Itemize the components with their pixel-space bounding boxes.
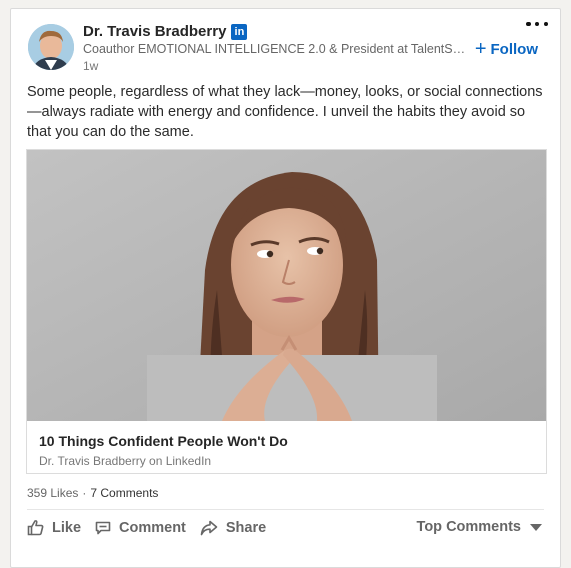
share-button[interactable]: Share: [200, 520, 266, 536]
follow-label: Follow: [490, 40, 539, 58]
comment-label: Comment: [119, 519, 186, 536]
comments-sort-dropdown[interactable]: Top Comments: [417, 519, 542, 535]
share-label: Share: [225, 519, 267, 536]
article-title[interactable]: 10 Things Confident People Won't Do: [39, 433, 288, 449]
more-options-icon: [526, 21, 531, 27]
comments-count[interactable]: 7 Comments: [90, 486, 158, 500]
author-headline: Coauthor EMOTIONAL INTELLIGENCE 2.0 & Pr…: [83, 42, 473, 56]
comment-button[interactable]: Comment: [95, 520, 186, 536]
likes-count[interactable]: 359 Likes: [27, 486, 78, 500]
author-avatar[interactable]: [28, 24, 74, 70]
divider: [27, 509, 544, 510]
article-image[interactable]: [27, 150, 546, 421]
post-text: Some people, regardless of what they lac…: [27, 84, 543, 140]
sort-label: Top Comments: [416, 519, 521, 535]
article-source: Dr. Travis Bradberry on LinkedIn: [39, 454, 212, 468]
like-button[interactable]: Like: [27, 519, 81, 536]
more-options-button[interactable]: [526, 20, 548, 28]
share-icon: [200, 520, 218, 535]
separator: ·: [82, 486, 87, 500]
feed-post-card: Dr. Travis Bradberry in Coauthor EMOTION…: [10, 8, 561, 568]
like-label: Like: [52, 519, 82, 536]
comment-icon: [95, 521, 111, 534]
plus-icon: +: [474, 38, 487, 60]
social-counts: 359 Likes · 7 Comments: [27, 486, 158, 500]
like-icon: [27, 520, 44, 536]
author-name[interactable]: Dr. Travis Bradberry in: [83, 23, 248, 40]
article-link-card[interactable]: 10 Things Confident People Won't Do Dr. …: [26, 149, 547, 474]
post-timestamp: 1w: [83, 59, 99, 73]
author-name-text[interactable]: Dr. Travis Bradberry: [83, 23, 226, 40]
social-actions-bar: Like Comment Share: [27, 519, 280, 536]
caret-down-icon: [530, 523, 542, 531]
linkedin-icon: in: [231, 23, 248, 40]
follow-button[interactable]: + Follow: [475, 39, 538, 59]
